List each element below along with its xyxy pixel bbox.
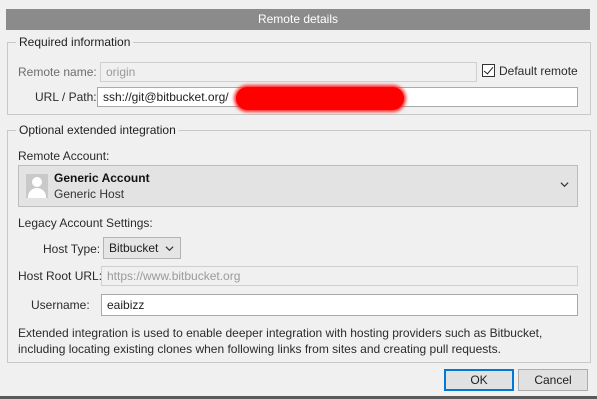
chevron-down-icon [560,182,569,188]
remote-name-field[interactable]: origin [100,62,477,82]
account-name: Generic Account [54,171,150,185]
legacy-settings-label: Legacy Account Settings: [18,216,153,230]
username-label: Username: [31,298,90,312]
user-avatar-icon [26,174,48,198]
account-host: Generic Host [54,187,125,201]
host-root-url-label: Host Root URL: [18,269,103,283]
remote-account-label: Remote Account: [18,149,110,163]
redaction-mark [236,87,404,110]
remote-name-label: Remote name: [18,65,97,79]
ok-button[interactable]: OK [444,369,514,391]
optional-integration-legend: Optional extended integration [16,122,179,138]
host-type-value: Bitbucket [109,241,159,255]
remote-account-dropdown[interactable]: Generic Account Generic Host [18,165,578,207]
host-type-label: Host Type: [43,242,101,256]
dialog-title: Remote details [6,9,590,30]
integration-note: Extended integration is used to enable d… [18,326,543,356]
required-information-legend: Required information [16,34,134,50]
host-type-select[interactable]: Bitbucket [103,237,181,259]
host-root-url-field[interactable]: https://www.bitbucket.org [101,266,578,286]
cancel-button[interactable]: Cancel [518,369,588,391]
default-remote-label[interactable]: Default remote [499,63,578,79]
url-label: URL / Path: [35,90,97,104]
username-field[interactable]: eaibizz [101,294,578,316]
default-remote-checkbox[interactable] [482,64,495,77]
chevron-down-icon [165,246,174,252]
window-top-edge [0,0,597,6]
